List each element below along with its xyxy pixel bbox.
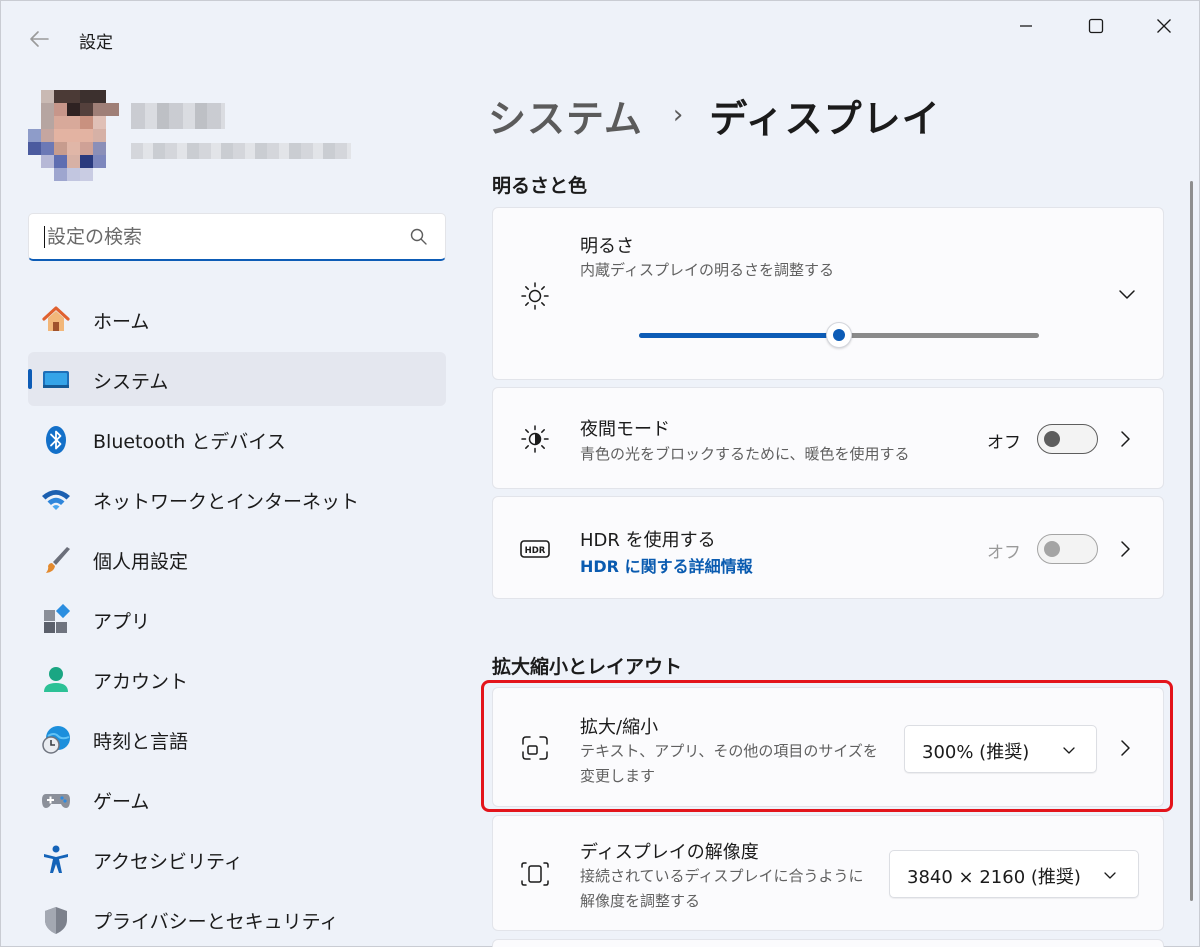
sidebar-nav: ホーム システム Bluetooth とデバイス ネットワークとインターネット …: [28, 292, 446, 947]
back-arrow-icon: [30, 31, 49, 47]
resolution-card[interactable]: ディスプレイの解像度 接続されているディスプレイに合うように 解像度を調整する …: [492, 815, 1164, 931]
bluetooth-icon: [46, 426, 66, 454]
hdr-state: オフ: [987, 543, 1021, 563]
gamepad-icon: [42, 794, 70, 808]
hdr-info-link[interactable]: HDR に関する詳細情報: [580, 553, 753, 577]
sidebar-item-label: アクセシビリティ: [93, 851, 243, 873]
search-icon[interactable]: [409, 227, 429, 247]
close-icon: [1157, 19, 1171, 33]
sidebar-item-privacy[interactable]: プライバシーとセキュリティ: [28, 892, 446, 946]
resolution-icon: [521, 862, 549, 886]
sidebar-item-bluetooth[interactable]: Bluetooth とデバイス: [28, 412, 446, 466]
sidebar-item-gaming[interactable]: ゲーム: [28, 772, 446, 826]
sidebar-item-label: Bluetooth とデバイス: [93, 431, 286, 453]
brightness-title: 明るさ: [580, 236, 634, 257]
resolution-title: ディスプレイの解像度: [580, 842, 759, 863]
resolution-description-line1: 接続されているディスプレイに合うように: [580, 867, 864, 885]
sidebar-item-label: 個人用設定: [93, 551, 189, 573]
hdr-icon: HDR: [520, 540, 550, 558]
sidebar-item-label: アプリ: [93, 611, 151, 633]
resolution-dropdown-value: 3840 × 2160 (推奨): [907, 867, 1081, 888]
sidebar-item-accounts[interactable]: アカウント: [28, 652, 446, 706]
text-caret: [44, 226, 45, 248]
sidebar-item-apps[interactable]: アプリ: [28, 592, 446, 646]
sidebar-item-label: ホーム: [93, 311, 150, 333]
resolution-description-line2: 解像度を調整する: [580, 892, 701, 910]
night-mode-title: 夜間モード: [580, 419, 670, 440]
home-icon: [42, 306, 70, 331]
hdr-icon-text: HDR: [525, 546, 546, 556]
brightness-description: 内蔵ディスプレイの明るさを調整する: [580, 261, 834, 279]
sidebar-item-label: 時刻と言語: [93, 731, 189, 753]
breadcrumb-parent[interactable]: システム: [488, 88, 643, 143]
night-mode-state: オフ: [987, 433, 1021, 453]
sidebar-item-time-language[interactable]: 時刻と言語: [28, 712, 446, 766]
accessibility-icon: [44, 845, 68, 873]
chevron-right-icon[interactable]: [1115, 429, 1135, 449]
hdr-card[interactable]: HDR HDR を使用する HDR に関する詳細情報 オフ: [492, 496, 1164, 599]
brightness-slider-thumb[interactable]: [826, 322, 852, 348]
sidebar-item-label: プライバシーとセキュリティ: [93, 911, 339, 933]
minimize-button[interactable]: [1003, 11, 1049, 41]
system-icon: [43, 371, 69, 388]
chevron-down-icon[interactable]: [1117, 284, 1137, 304]
page-title: ディスプレイ: [709, 96, 941, 141]
apps-icon: [44, 604, 71, 633]
brush-icon: [46, 547, 70, 573]
chevron-down-icon: [1104, 872, 1116, 879]
active-indicator: [28, 369, 32, 389]
sidebar-item-label: ゲーム: [93, 791, 150, 813]
resolution-dropdown[interactable]: 3840 × 2160 (推奨): [889, 850, 1139, 898]
maximize-icon: [1088, 18, 1104, 34]
sidebar-item-personalization[interactable]: 個人用設定: [28, 532, 446, 586]
sidebar-item-system[interactable]: システム: [28, 352, 446, 406]
sun-icon: [521, 282, 549, 310]
highlight-annotation: [481, 680, 1173, 812]
toggle-knob: [1044, 431, 1060, 447]
breadcrumb-separator: ›: [672, 100, 684, 130]
maximize-button[interactable]: [1073, 11, 1119, 41]
toggle-knob: [1044, 541, 1060, 557]
settings-window: 設定 設定の検索 ホーム システム Bluetooth とデバイス ネットワーク…: [0, 0, 1200, 947]
back-button[interactable]: [23, 25, 55, 53]
brightness-card[interactable]: 明るさ 内蔵ディスプレイの明るさを調整する: [492, 207, 1164, 380]
sidebar-item-accessibility[interactable]: アクセシビリティ: [28, 832, 446, 886]
section-title-scale-layout: 拡大縮小とレイアウト: [492, 656, 683, 678]
search-input[interactable]: [47, 224, 407, 250]
chevron-right-icon[interactable]: [1115, 539, 1135, 559]
search-box[interactable]: [28, 213, 446, 261]
wifi-icon: [42, 490, 70, 510]
account-icon: [44, 667, 68, 692]
hdr-title: HDR を使用する: [580, 530, 716, 551]
title-bar: 設定: [1, 1, 1200, 73]
night-mode-card[interactable]: 夜間モード 青色の光をブロックするために、暖色を使用する オフ: [492, 387, 1164, 489]
night-mode-toggle[interactable]: [1037, 424, 1098, 454]
sidebar-item-home[interactable]: ホーム: [28, 292, 446, 346]
minimize-icon: [1020, 25, 1032, 27]
night-mode-description: 青色の光をブロックするために、暖色を使用する: [580, 445, 910, 463]
profile-email-blurred: [131, 143, 351, 159]
shield-icon: [45, 907, 67, 934]
hdr-toggle[interactable]: [1037, 534, 1098, 564]
avatar[interactable]: [28, 77, 132, 181]
profile-name-blurred: [131, 103, 225, 129]
app-title: 設定: [79, 33, 113, 53]
night-light-icon: [521, 425, 549, 453]
breadcrumb: システム › ディスプレイ: [488, 85, 941, 145]
brightness-slider-fill: [639, 333, 839, 338]
sidebar-item-label: システム: [93, 371, 169, 393]
globe-clock-icon: [42, 726, 70, 754]
close-button[interactable]: [1141, 11, 1187, 41]
next-card-partial: [492, 939, 1164, 947]
section-title-brightness-color: 明るさと色: [492, 175, 588, 197]
sidebar-item-label: アカウント: [93, 671, 189, 693]
sidebar-item-label: ネットワークとインターネット: [93, 491, 360, 513]
sidebar-item-network[interactable]: ネットワークとインターネット: [28, 472, 446, 526]
scrollbar[interactable]: [1190, 181, 1193, 901]
